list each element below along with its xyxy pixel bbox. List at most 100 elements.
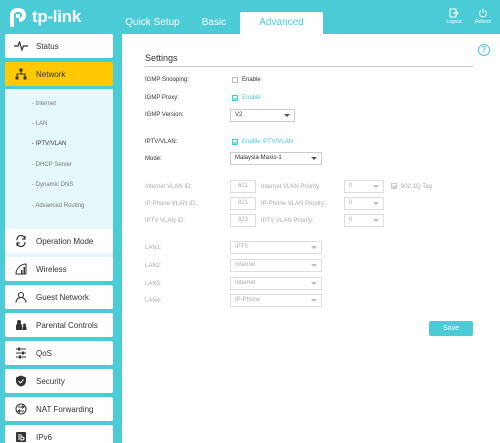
ip-phone-vlan-priority-label: IP-Phone VLAN Priority: <box>261 201 326 207</box>
submenu-item-internet[interactable]: - Internet <box>32 101 56 107</box>
chevron-down-icon <box>373 219 379 222</box>
ipv6-icon <box>14 430 28 443</box>
igmp-version-select[interactable]: V2 <box>230 109 295 122</box>
submenu-item-dhcp-server[interactable]: - DHCP Server <box>32 162 72 168</box>
shield-icon <box>14 374 28 388</box>
iptv-vlan-id-label: IPTV VLAN ID: <box>145 218 186 224</box>
chevron-down-icon <box>373 202 379 205</box>
submenu-item-advanced-routing[interactable]: - Advanced Routing <box>32 203 84 209</box>
section-divider <box>145 66 473 67</box>
tab-basic[interactable]: Basic <box>188 12 240 34</box>
lan2-value: Internet <box>235 262 256 268</box>
main-panel: ? Settings IGMP Snooping: Enable IGMP Pr… <box>122 34 500 443</box>
iptv-vlan-id-input[interactable]: 823 <box>230 214 256 227</box>
sidebar-item-status[interactable]: Status <box>5 34 113 58</box>
igmp-snooping-option[interactable]: Enable <box>242 77 261 83</box>
sidebar-item-label: Security <box>36 376 65 386</box>
igmp-snooping-checkbox[interactable] <box>232 77 238 83</box>
chevron-down-icon <box>373 185 379 188</box>
sidebar-item-guest-network[interactable]: Guest Network <box>5 285 113 309</box>
submenu-item-lan[interactable]: - LAN <box>32 121 47 127</box>
sidebar-item-qos[interactable]: QoS <box>5 341 113 365</box>
chevron-down-icon <box>311 282 317 285</box>
tplink-logo-icon <box>10 8 26 27</box>
lan4-value: IP-Phone <box>235 297 261 303</box>
sidebar-item-label: Network <box>36 69 66 79</box>
sidebar-item-network[interactable]: Network <box>5 62 113 86</box>
igmp-proxy-checkbox[interactable] <box>232 95 238 101</box>
lan1-label: LAN1: <box>145 245 162 251</box>
logout-button[interactable]: Logout <box>440 8 468 25</box>
lan1-select[interactable]: IPTV <box>230 241 322 254</box>
help-icon[interactable]: ? <box>478 44 490 56</box>
tplink-logo: tp-link <box>6 6 94 30</box>
guest-icon <box>14 290 28 304</box>
chevron-down-icon <box>311 264 317 267</box>
internet-vlan-id-input[interactable]: 621 <box>230 180 256 193</box>
sidebar-item-ipv6[interactable]: IPv6 <box>5 425 113 443</box>
ip-phone-vlan-priority-value: 0 <box>349 200 353 206</box>
802-1q-tag-label: 802.1Q Tag <box>401 184 432 190</box>
igmp-proxy-option[interactable]: Enable <box>242 95 261 101</box>
submenu-item-iptv-vlan[interactable]: - IPTV/VLAN <box>32 141 66 147</box>
sidebar-item-operation-mode[interactable]: Operation Mode <box>5 229 113 253</box>
operation-mode-icon <box>14 234 28 248</box>
igmp-version-label: IGMP Version: <box>145 112 184 118</box>
iptv-vlan-checkbox[interactable] <box>232 139 238 145</box>
sidebar-item-label: Operation Mode <box>36 236 94 246</box>
iptv-vlan-option[interactable]: Enable IPTV/VLAN <box>242 139 293 145</box>
lan3-select[interactable]: Internet <box>230 277 322 290</box>
iptv-vlan-label: IPTV/VLAN: <box>145 139 178 145</box>
ip-phone-vlan-id-input[interactable]: 821 <box>230 197 256 210</box>
igmp-proxy-label: IGMP Proxy: <box>145 95 179 101</box>
sidebar-item-parental-controls[interactable]: Parental Controls <box>5 313 113 337</box>
lan2-select[interactable]: Internet <box>230 259 322 272</box>
internet-vlan-priority-select[interactable]: 0 <box>344 180 384 193</box>
main-tabs: Quick Setup Basic Advanced <box>117 12 323 34</box>
iptv-vlan-priority-select[interactable]: 0 <box>344 214 384 227</box>
iptv-vlan-priority-label: IPTV VLAN Priority: <box>261 218 314 224</box>
sidebar-item-label: NAT Forwarding <box>36 404 94 414</box>
wifi-icon <box>14 262 28 276</box>
internet-vlan-priority-label: Internet VLAN Priority: <box>261 184 321 190</box>
sidebar-item-label: QoS <box>36 348 53 358</box>
mode-value: Malaysia-Maxis-1 <box>235 155 282 161</box>
sidebar-item-nat-forwarding[interactable]: NAT Forwarding <box>5 397 113 421</box>
logout-icon <box>449 8 459 18</box>
lan1-value: IPTV <box>235 244 249 250</box>
mode-select[interactable]: Malaysia-Maxis-1 <box>230 152 322 165</box>
igmp-snooping-label: IGMP Snooping: <box>145 77 189 83</box>
pulse-icon <box>14 39 28 53</box>
save-button[interactable]: Save <box>429 321 473 336</box>
tab-advanced[interactable]: Advanced <box>240 12 323 34</box>
reboot-label: Reboot <box>474 19 492 25</box>
chevron-down-icon <box>311 157 317 160</box>
sidebar: Status Network - Internet - LAN - IPTV/V… <box>0 34 113 443</box>
internet-vlan-priority-value: 0 <box>349 183 353 189</box>
lan2-label: LAN2: <box>145 263 162 269</box>
iptv-vlan-priority-value: 0 <box>349 217 353 223</box>
ip-phone-vlan-priority-select[interactable]: 0 <box>344 197 384 210</box>
logout-label: Logout <box>446 19 462 25</box>
tab-quick-setup[interactable]: Quick Setup <box>117 12 188 34</box>
chevron-down-icon <box>284 114 290 117</box>
network-icon <box>14 67 28 81</box>
sidebar-item-label: Wireless <box>36 264 67 274</box>
lan3-label: LAN3: <box>145 281 162 287</box>
sidebar-item-wireless[interactable]: Wireless <box>5 257 113 281</box>
igmp-version-value: V2 <box>235 112 243 118</box>
sidebar-item-label: Status <box>36 41 59 51</box>
sidebar-item-label: IPv6 <box>36 432 53 442</box>
reboot-button[interactable]: Reboot <box>469 8 497 25</box>
chevron-down-icon <box>311 299 317 302</box>
sidebar-item-label: Guest Network <box>36 292 89 302</box>
submenu-item-dynamic-dns[interactable]: - Dynamic DNS <box>32 182 73 188</box>
802-1q-tag-checkbox[interactable] <box>391 183 397 189</box>
brand-name: tp-link <box>32 7 81 26</box>
sidebar-item-label: Parental Controls <box>36 320 98 330</box>
internet-vlan-id-label: Internet VLAN ID: <box>145 184 193 190</box>
sidebar-item-security[interactable]: Security <box>5 369 113 393</box>
ip-phone-vlan-id-label: IP-Phone VLAN ID: <box>145 201 197 207</box>
lan4-label: LAN4: <box>145 298 162 304</box>
lan4-select[interactable]: IP-Phone <box>230 294 322 307</box>
